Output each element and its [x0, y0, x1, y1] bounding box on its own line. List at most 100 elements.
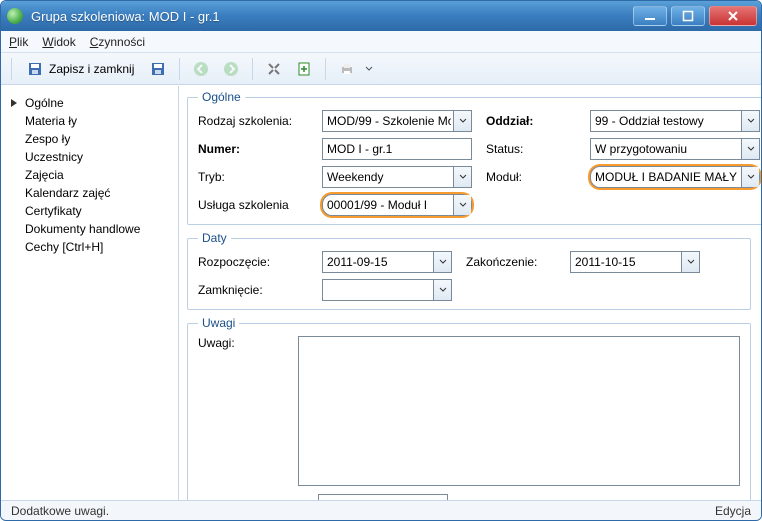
save-button[interactable] [145, 57, 171, 81]
status-left: Dodatkowe uwagi. [11, 504, 109, 518]
toolbar: Zapisz i zamknij [1, 53, 761, 85]
chevron-down-icon [741, 139, 759, 159]
number-field[interactable]: MOD I - gr.1 [322, 138, 472, 160]
start-date-label: Rozpoczęcie: [198, 255, 308, 269]
chevron-down-icon [741, 111, 759, 131]
training-type-value: MOD/99 - Szkolenie Mod [327, 114, 451, 128]
body: Ogólne Materia ły Zespo ły Uczestnicy Za… [1, 85, 761, 500]
end-date-value: 2011-10-15 [575, 255, 636, 269]
menu-actions[interactable]: Czynności [90, 35, 145, 49]
end-date-field[interactable]: 2011-10-15 [570, 251, 700, 273]
sidebar-item-label: Cechy [Ctrl+H] [25, 240, 103, 254]
status-combo[interactable]: W przygotowaniu [590, 138, 760, 160]
mode-label: Tryb: [198, 170, 308, 184]
chevron-down-icon [453, 167, 471, 187]
close-date-label: Zamknięcie: [198, 283, 308, 297]
sidebar-item-label: Uczestnicy [25, 150, 83, 164]
sidebar-item-certificates[interactable]: Certyfikaty [7, 202, 172, 220]
save-small-icon [150, 61, 166, 77]
app-icon [7, 8, 23, 24]
chevron-down-icon [433, 280, 451, 300]
minimize-icon [644, 10, 656, 22]
group-remarks: Uwagi Uwagi: Uczestnicy aktywni: 0 [187, 316, 751, 500]
nav-forward-button[interactable] [218, 57, 244, 81]
start-date-field[interactable]: 2011-09-15 [322, 251, 452, 273]
sidebar-item-teams[interactable]: Zespo ły [7, 130, 172, 148]
close-button[interactable] [709, 6, 757, 26]
save-close-label: Zapisz i zamknij [49, 62, 134, 76]
chevron-down-icon [433, 252, 451, 272]
sidebar-item-label: Ogólne [25, 96, 64, 110]
end-date-label: Zakończenie: [466, 255, 556, 269]
arrow-right-icon [223, 61, 239, 77]
sidebar-item-label: Certyfikaty [25, 204, 82, 218]
sidebar-item-label: Dokumenty handlowe [25, 222, 140, 236]
sidebar-item-classes[interactable]: Zajęcia [7, 166, 172, 184]
group-dates: Daty Rozpoczęcie: 2011-09-15 Zakończenie… [187, 231, 751, 310]
window-title: Grupa szkoleniowa: MOD I - gr.1 [31, 9, 633, 24]
print-button[interactable] [334, 57, 360, 81]
menubar: Plik Widok Czynności [1, 31, 761, 53]
branch-combo[interactable]: 99 - Oddział testowy [590, 110, 760, 132]
remarks-textarea[interactable] [298, 336, 740, 486]
training-type-combo[interactable]: MOD/99 - Szkolenie Mod [322, 110, 472, 132]
main-panel: Ogólne Rodzaj szkolenia: MOD/99 - Szkole… [179, 86, 761, 500]
branch-label: Oddział: [486, 114, 576, 128]
branch-value: 99 - Oddział testowy [595, 114, 704, 128]
number-label: Numer: [198, 142, 308, 156]
remarks-label: Uwagi: [198, 336, 288, 350]
statusbar: Dodatkowe uwagi. Edycja [1, 500, 761, 520]
number-value: MOD I - gr.1 [327, 142, 392, 156]
close-icon [727, 10, 739, 22]
app-window: Grupa szkoleniowa: MOD I - gr.1 Plik Wid… [0, 0, 762, 521]
group-general-legend: Ogólne [198, 90, 245, 104]
module-label: Moduł: [486, 170, 576, 184]
sidebar-item-label: Zespo ły [25, 132, 70, 146]
chevron-down-icon [453, 195, 471, 215]
chevron-down-icon [453, 111, 471, 131]
minimize-button[interactable] [633, 6, 667, 26]
status-right: Edycja [715, 504, 751, 518]
mode-combo[interactable]: Weekendy [322, 166, 472, 188]
start-date-value: 2011-09-15 [327, 255, 388, 269]
module-value: MODUŁ I BADANIE MAŁY [595, 170, 737, 184]
sidebar-item-label: Zajęcia [25, 168, 64, 182]
sidebar-item-general[interactable]: Ogólne [7, 94, 172, 112]
arrow-left-icon [193, 61, 209, 77]
close-date-field[interactable] [322, 279, 452, 301]
service-value: 00001/99 - Moduł I [327, 198, 427, 212]
sidebar-item-participants[interactable]: Uczestnicy [7, 148, 172, 166]
save-close-button[interactable]: Zapisz i zamknij [20, 57, 141, 81]
menu-view[interactable]: Widok [42, 35, 75, 49]
save-icon [27, 61, 43, 77]
sidebar-item-documents[interactable]: Dokumenty handlowe [7, 220, 172, 238]
status-value: W przygotowaniu [595, 142, 687, 156]
sidebar: Ogólne Materia ły Zespo ły Uczestnicy Za… [1, 86, 179, 500]
refresh-button[interactable] [291, 57, 317, 81]
group-dates-legend: Daty [198, 231, 231, 245]
group-general: Ogólne Rodzaj szkolenia: MOD/99 - Szkole… [187, 90, 761, 225]
sidebar-item-label: Kalendarz zajęć [25, 186, 110, 200]
mode-value: Weekendy [327, 170, 383, 184]
chevron-down-icon [681, 252, 699, 272]
training-type-label: Rodzaj szkolenia: [198, 114, 308, 128]
nav-back-button[interactable] [188, 57, 214, 81]
print-icon [339, 61, 355, 77]
sidebar-item-label: Materia ły [25, 114, 77, 128]
sidebar-item-features[interactable]: Cechy [Ctrl+H] [7, 238, 172, 256]
menu-file[interactable]: Plik [9, 35, 28, 49]
service-label: Usługa szkolenia [198, 198, 308, 212]
group-remarks-legend: Uwagi [198, 316, 239, 330]
status-label: Status: [486, 142, 576, 156]
maximize-button[interactable] [671, 6, 705, 26]
module-combo[interactable]: MODUŁ I BADANIE MAŁY [590, 166, 760, 188]
sidebar-item-calendar[interactable]: Kalendarz zajęć [7, 184, 172, 202]
service-combo[interactable]: 00001/99 - Moduł I [322, 194, 472, 216]
window-buttons [633, 6, 757, 26]
refresh-icon [296, 61, 312, 77]
tools-icon [266, 61, 282, 77]
tools-button[interactable] [261, 57, 287, 81]
titlebar: Grupa szkoleniowa: MOD I - gr.1 [1, 1, 761, 31]
chevron-down-icon[interactable] [364, 61, 374, 77]
sidebar-item-materials[interactable]: Materia ły [7, 112, 172, 130]
